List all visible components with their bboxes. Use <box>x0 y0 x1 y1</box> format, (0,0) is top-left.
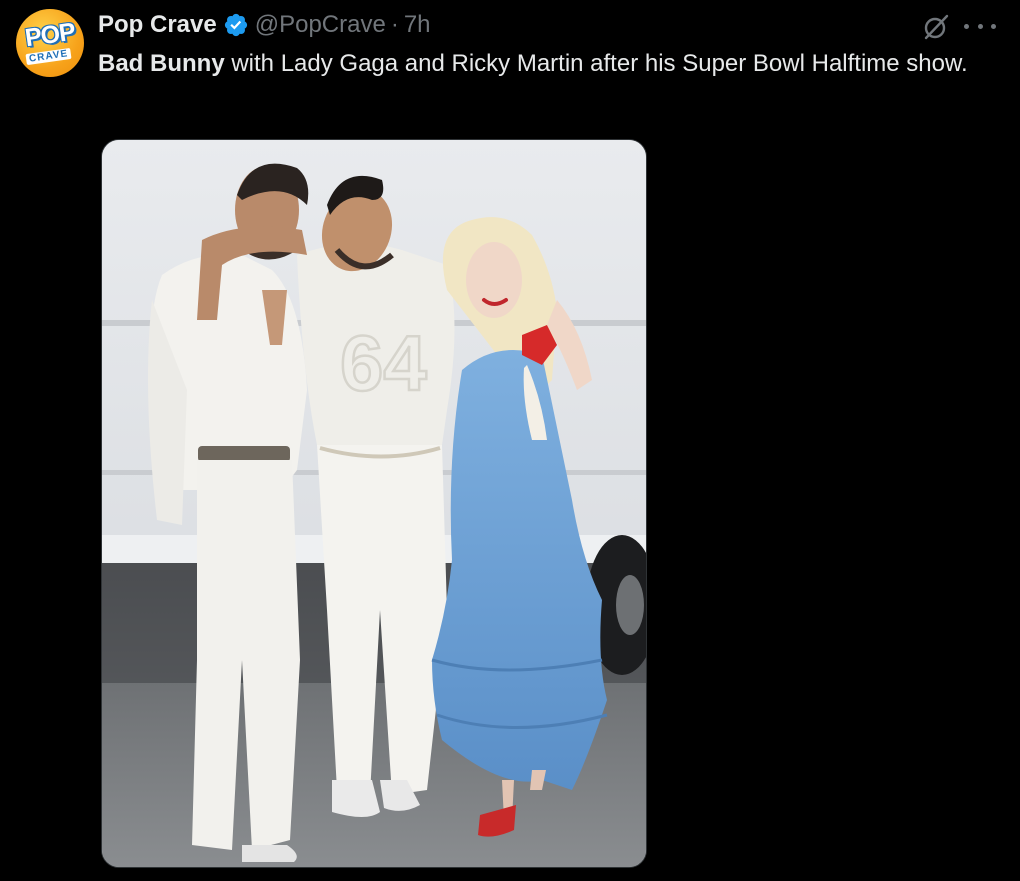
more-icon[interactable] <box>964 15 996 37</box>
tweet-text-bold: Bad Bunny <box>98 50 225 77</box>
tweet[interactable]: POP CRAVE Pop Crave @PopCrave · 7h Bad B… <box>0 0 1020 881</box>
tire-rim <box>616 575 644 635</box>
tweet-header: Pop Crave @PopCrave · 7h <box>98 9 431 41</box>
jersey-number: 64 <box>340 319 427 407</box>
grok-icon[interactable] <box>922 13 950 41</box>
handle[interactable]: @PopCrave <box>255 11 386 39</box>
timestamp[interactable]: 7h <box>404 11 431 39</box>
avatar-logo-text: POP <box>23 17 77 53</box>
media-photo[interactable]: 64 <box>101 139 647 868</box>
photo-illustration: 64 <box>102 140 646 867</box>
verified-badge-icon[interactable] <box>223 12 249 38</box>
tweet-text: Bad Bunny with Lady Gaga and Ricky Marti… <box>98 47 998 81</box>
separator-dot: · <box>390 11 399 38</box>
tweet-text-body: with Lady Gaga and Ricky Martin after hi… <box>224 50 968 77</box>
more-dot <box>977 23 983 29</box>
more-dot <box>964 23 969 29</box>
more-dot <box>991 23 996 29</box>
display-name[interactable]: Pop Crave <box>98 11 217 39</box>
avatar[interactable]: POP CRAVE <box>16 9 84 77</box>
